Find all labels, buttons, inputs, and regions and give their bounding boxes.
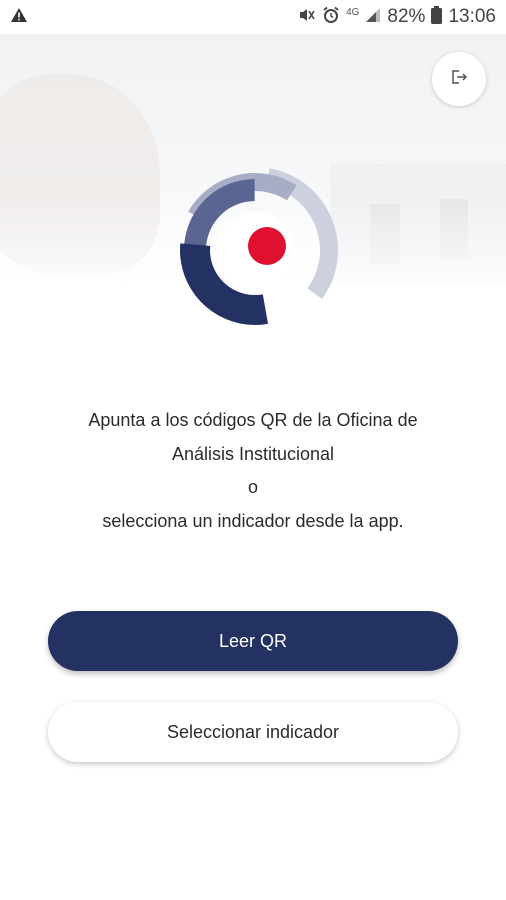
network-type-label: 4G <box>346 7 360 18</box>
message-line: selecciona un indicador desde la app. <box>102 510 404 531</box>
instruction-text: Apunta a los códigos QR de la Oficina de… <box>30 404 476 538</box>
mute-icon <box>298 7 316 28</box>
battery-icon <box>431 5 443 29</box>
battery-percent: 82% <box>387 6 426 27</box>
logout-button[interactable] <box>432 52 486 106</box>
alarm-icon <box>322 6 340 29</box>
message-line: Análisis Institucional <box>171 443 335 464</box>
warning-icon <box>10 7 28 28</box>
status-bar: 4G 82% 13:06 <box>0 0 506 34</box>
logo-dot <box>248 227 286 265</box>
app-logo <box>172 167 338 333</box>
status-left <box>10 7 28 28</box>
clock: 13:06 <box>448 6 496 27</box>
signal-icon <box>365 7 381 28</box>
message-line: o <box>247 477 258 497</box>
logout-icon <box>450 69 468 90</box>
read-qr-button[interactable]: Leer QR <box>48 611 458 671</box>
status-right: 4G 82% 13:06 <box>298 5 496 29</box>
select-indicator-button[interactable]: Seleccionar indicador <box>48 702 458 762</box>
message-line: Apunta a los códigos QR de la Oficina de <box>88 410 418 430</box>
